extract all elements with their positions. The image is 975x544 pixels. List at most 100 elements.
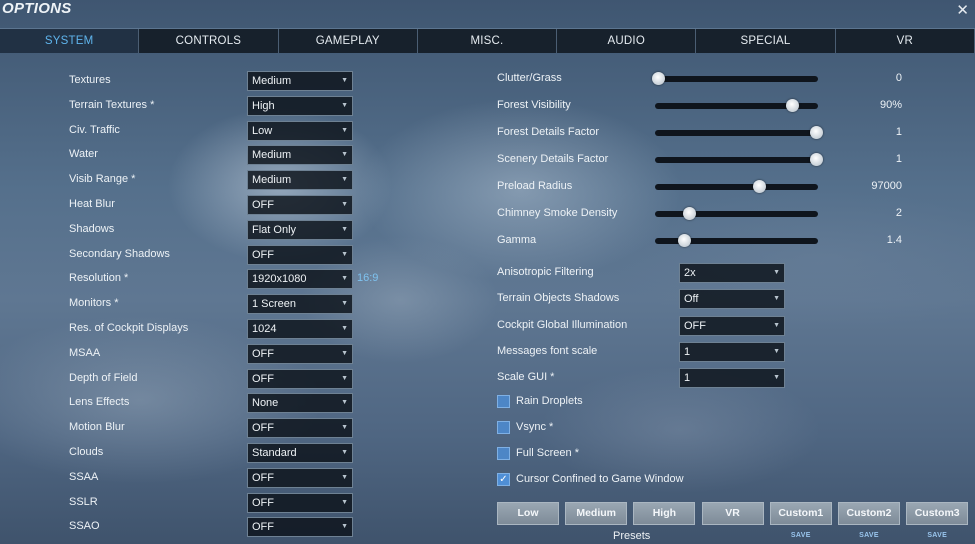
dropdown-messages-font-scale[interactable]: 1 ▼ xyxy=(679,341,785,362)
setting-label: Lens Effects xyxy=(69,396,130,409)
preset-button-custom3[interactable]: Custom3 xyxy=(906,502,969,525)
tab-gameplay[interactable]: GAMEPLAY xyxy=(279,29,418,53)
preset-button-vr[interactable]: VR xyxy=(701,502,764,525)
dropdown-heat-blur[interactable]: OFF ▼ xyxy=(247,195,353,215)
slider-chimney-smoke-density[interactable] xyxy=(655,207,818,220)
slider-thumb[interactable] xyxy=(683,207,697,220)
dropdown-scale-gui[interactable]: 1 ▼ xyxy=(679,368,785,389)
slider-thumb[interactable] xyxy=(652,72,666,85)
dropdown-visib-range[interactable]: Medium ▼ xyxy=(247,170,353,191)
tab-special[interactable]: SPECIAL xyxy=(696,29,836,53)
dropdown-msaa[interactable]: OFF ▼ xyxy=(247,343,353,364)
save-preset-custom2[interactable]: SAVE xyxy=(838,532,900,539)
dropdown-motion-blur[interactable]: OFF ▼ xyxy=(247,418,353,439)
checkbox-full-screen[interactable] xyxy=(497,447,510,460)
slider-scenery-details-factor[interactable] xyxy=(655,153,824,166)
slider-preload-radius[interactable] xyxy=(655,180,818,193)
setting-label: Resolution * xyxy=(69,272,129,285)
dropdown-textures[interactable]: Medium ▼ xyxy=(247,71,353,91)
close-icon[interactable]: ✕ xyxy=(956,1,969,19)
setting-label: Secondary Shadows xyxy=(69,247,170,260)
setting-row-monitors: Monitors * 1 Screen ▼ xyxy=(0,294,480,315)
setting-row-res-of-cockpit-displays: Res. of Cockpit Displays 1024 ▼ xyxy=(0,319,480,339)
slider-forest-details-factor[interactable] xyxy=(655,126,824,139)
chevron-down-icon: ▼ xyxy=(341,77,348,84)
setting-row-clouds: Clouds Standard ▼ xyxy=(0,443,480,463)
tab-vr[interactable]: VR xyxy=(836,29,975,53)
dropdown-resolution[interactable]: 1920x1080 ▼ xyxy=(247,269,353,290)
chevron-down-icon: ▼ xyxy=(341,498,348,506)
dropdown-monitors[interactable]: 1 Screen ▼ xyxy=(247,294,353,315)
preset-button-high[interactable]: High xyxy=(633,502,696,525)
preset-button-custom1[interactable]: Custom1 xyxy=(769,502,832,525)
slider-row-scenery-details-factor: Scenery Details Factor 1 xyxy=(480,150,920,170)
setting-label: Clouds xyxy=(69,446,104,458)
title-bar: OPTIONS ✕ xyxy=(0,0,975,28)
tab-misc[interactable]: MISC. xyxy=(418,29,558,53)
slider-thumb[interactable] xyxy=(678,234,692,247)
dropdown-civ-traffic[interactable]: Low ▼ xyxy=(247,120,353,141)
dropdown-lens-effects[interactable]: None ▼ xyxy=(247,393,353,414)
slider-label: Forest Details Factor xyxy=(497,126,600,138)
dropdown-res-of-cockpit-displays[interactable]: 1024 ▼ xyxy=(247,319,353,339)
setting-row-sslr: SSLR OFF ▼ xyxy=(0,492,480,513)
setting-row-shadows: Shadows Flat Only ▼ xyxy=(0,219,480,240)
checkbox-label: Cursor Confined to Game Window xyxy=(516,473,684,485)
chevron-down-icon: ▼ xyxy=(341,151,348,159)
save-preset-custom1[interactable]: SAVE xyxy=(770,532,832,539)
dropdown-cockpit-global-illumination[interactable]: OFF ▼ xyxy=(679,315,785,336)
dropdown-depth-of-field[interactable]: OFF ▼ xyxy=(247,368,353,389)
setting-row-lens-effects: Lens Effects None ▼ xyxy=(0,393,480,414)
dropdown-terrain-textures[interactable]: High ▼ xyxy=(247,95,353,116)
dropdown-ssao[interactable]: OFF ▼ xyxy=(247,517,353,538)
setting-label: Scale GUI * xyxy=(497,371,555,384)
chevron-down-icon: ▼ xyxy=(341,399,348,407)
setting-row-heat-blur: Heat Blur OFF ▼ xyxy=(0,195,480,215)
setting-row-terrain-objects-shadows: Terrain Objects Shadows Off ▼ xyxy=(480,289,790,310)
checkbox-vsync[interactable] xyxy=(497,421,510,434)
dropdown-water[interactable]: Medium ▼ xyxy=(247,145,353,166)
tab-system[interactable]: SYSTEM xyxy=(0,29,140,53)
setting-row-cockpit-global-illumination: Cockpit Global Illumination OFF ▼ xyxy=(480,315,790,336)
dropdown-terrain-objects-shadows[interactable]: Off ▼ xyxy=(679,289,785,310)
aspect-ratio-label: 16:9 xyxy=(357,272,379,285)
setting-label: Textures xyxy=(69,74,111,86)
slider-clutter-grass[interactable] xyxy=(652,72,818,85)
slider-thumb[interactable] xyxy=(753,180,767,193)
slider-thumb[interactable] xyxy=(785,99,799,112)
slider-value: 0 xyxy=(895,72,902,84)
slider-value: 90% xyxy=(879,99,902,111)
preset-button-low[interactable]: Low xyxy=(497,502,559,525)
presets-label: Presets xyxy=(613,530,651,542)
dropdown-sslr[interactable]: OFF ▼ xyxy=(247,492,353,513)
slider-gamma[interactable] xyxy=(655,234,818,247)
chevron-down-icon: ▼ xyxy=(341,325,348,332)
slider-thumb[interactable] xyxy=(810,126,824,139)
tab-controls[interactable]: CONTROLS xyxy=(139,29,279,53)
setting-label: SSAO xyxy=(69,520,100,533)
slider-thumb[interactable] xyxy=(810,153,824,166)
window-title: OPTIONS xyxy=(2,0,72,17)
setting-row-terrain-textures: Terrain Textures * High ▼ xyxy=(0,95,480,116)
dropdown-ssaa[interactable]: OFF ▼ xyxy=(247,467,353,488)
setting-row-depth-of-field: Depth of Field OFF ▼ xyxy=(0,368,480,389)
slider-label: Chimney Smoke Density xyxy=(497,207,618,219)
tab-audio[interactable]: AUDIO xyxy=(557,29,697,53)
chevron-down-icon: ▼ xyxy=(773,295,780,303)
slider-value: 1 xyxy=(895,126,902,138)
checkbox-cursor-confined-to-game-window[interactable]: ✓ xyxy=(497,473,510,486)
chevron-down-icon: ▼ xyxy=(773,321,780,329)
dropdown-anisotropic-filtering[interactable]: 2x ▼ xyxy=(679,263,785,283)
slider-label: Clutter/Grass xyxy=(497,72,562,84)
save-preset-custom3[interactable]: SAVE xyxy=(906,532,968,539)
slider-row-gamma: Gamma 1.4 xyxy=(480,231,920,251)
checkbox-rain-droplets[interactable] xyxy=(497,395,510,408)
dropdown-shadows[interactable]: Flat Only ▼ xyxy=(247,219,353,240)
setting-row-civ-traffic: Civ. Traffic Low ▼ xyxy=(0,120,480,141)
dropdown-secondary-shadows[interactable]: OFF ▼ xyxy=(247,244,353,265)
setting-row-water: Water Medium ▼ xyxy=(0,145,480,166)
slider-forest-visibility[interactable] xyxy=(655,99,818,112)
dropdown-clouds[interactable]: Standard ▼ xyxy=(247,443,353,463)
preset-button-medium[interactable]: Medium xyxy=(565,502,628,525)
preset-button-custom2[interactable]: Custom2 xyxy=(838,502,900,525)
